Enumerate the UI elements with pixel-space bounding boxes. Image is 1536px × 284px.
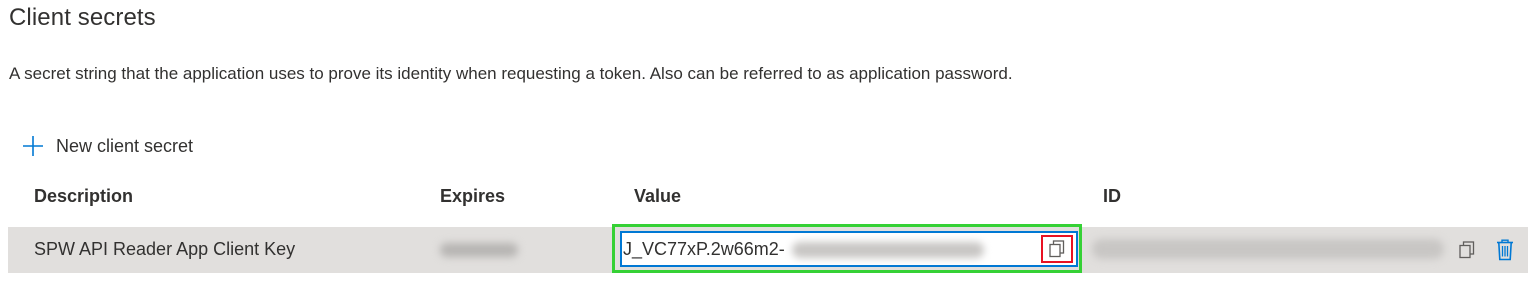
section-title: Client secrets [9, 4, 156, 31]
secret-value-text: J_VC77xP.2w66m2- [623, 239, 785, 259]
secret-value-redacted [792, 242, 984, 258]
copy-icon [1049, 240, 1065, 258]
new-client-secret-label: New client secret [56, 135, 194, 156]
new-client-secret-button[interactable]: New client secret [22, 132, 193, 160]
secret-description: SPW API Reader App Client Key [34, 239, 296, 259]
copy-value-button[interactable] [1041, 235, 1073, 263]
copy-id-button[interactable] [1455, 238, 1479, 262]
trash-icon [1497, 239, 1513, 261]
column-header-id: ID [1103, 186, 1121, 206]
copy-icon [1459, 241, 1475, 259]
secret-id-redacted [1092, 239, 1444, 259]
client-secrets-panel: Client secrets A secret string that the … [0, 0, 1536, 284]
plus-icon [23, 136, 43, 156]
column-header-expires: Expires [440, 186, 506, 206]
delete-secret-button[interactable] [1493, 236, 1517, 264]
expires-value-redacted [440, 243, 518, 257]
section-description: A secret string that the application use… [9, 64, 1013, 83]
column-header-description: Description [34, 186, 134, 206]
column-header-value: Value [634, 186, 682, 206]
